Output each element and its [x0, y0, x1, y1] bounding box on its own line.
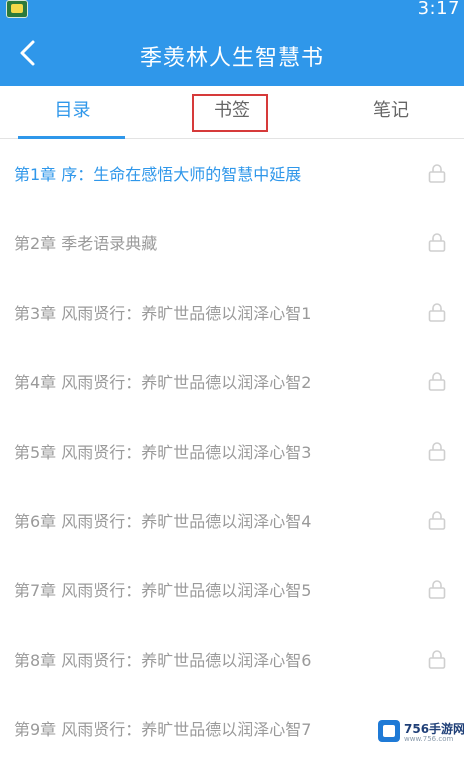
lock-icon	[428, 511, 446, 530]
page-title: 季羡林人生智慧书	[139, 46, 324, 71]
tab-notes[interactable]: 笔记	[318, 86, 464, 138]
reader-toc-screen: 3:17 季羡林人生智慧书 目录 书签 笔记 第1章 序：生命在感悟大师的智慧中…	[0, 0, 464, 762]
chapter-label: 第2章 季老语录典藏	[14, 234, 158, 254]
chapter-item-3[interactable]: 第3章 风雨贤行：养旷世品德以润泽心智1	[0, 278, 464, 347]
status-bar: 3:17	[0, 0, 464, 20]
chapter-item-8[interactable]: 第8章 风雨贤行：养旷世品德以润泽心智6	[0, 625, 464, 694]
lock-icon	[428, 233, 446, 253]
watermark-site: www.756.com	[404, 735, 454, 743]
lock-icon	[428, 302, 446, 322]
chapter-label: 第7章 风雨贤行：养旷世品德以润泽心智5	[14, 581, 312, 601]
lock-icon	[428, 164, 446, 183]
chapter-label: 第8章 风雨贤行：养旷世品德以润泽心智6	[14, 650, 312, 670]
status-time: 3:17	[417, 0, 460, 19]
chapter-label: 第5章 风雨贤行：养旷世品德以润泽心智3	[14, 442, 312, 462]
chapter-label: 第1章 序：生命在感悟大师的智慧中延展	[14, 165, 302, 184]
lock-icon	[428, 649, 446, 669]
chapter-list: 第1章 序：生命在感悟大师的智慧中延展 第2章 季老语录典藏 第3章 风雨贤行：…	[0, 139, 464, 762]
watermark-logo-icon	[378, 720, 400, 742]
site-watermark: 756手游网 www.756.com	[374, 714, 464, 748]
chapter-label: 第4章 风雨贤行：养旷世品德以润泽心智2	[14, 373, 312, 393]
chapter-label: 第6章 风雨贤行：养旷世品德以润泽心智4	[14, 511, 312, 531]
app-icon	[6, 0, 28, 18]
chapter-item-2[interactable]: 第2章 季老语录典藏	[0, 208, 464, 277]
chapter-item-5[interactable]: 第5章 风雨贤行：养旷世品德以润泽心智3	[0, 417, 464, 486]
chapter-item-6[interactable]: 第6章 风雨贤行：养旷世品德以润泽心智4	[0, 486, 464, 555]
chapter-item-4[interactable]: 第4章 风雨贤行：养旷世品德以润泽心智2	[0, 347, 464, 416]
tab-contents[interactable]: 目录	[0, 86, 145, 138]
tab-bookmarks[interactable]: 书签	[165, 86, 299, 138]
top-app-bar: 季羡林人生智慧书	[0, 20, 464, 86]
tab-bar: 目录 书签 笔记	[0, 86, 464, 139]
lock-icon	[428, 580, 446, 600]
chapter-label: 第9章 风雨贤行：养旷世品德以润泽心智7	[14, 720, 312, 740]
chapter-item-1[interactable]: 第1章 序：生命在感悟大师的智慧中延展	[0, 139, 464, 208]
lock-icon	[428, 372, 446, 391]
chapter-label: 第3章 风雨贤行：养旷世品德以润泽心智1	[14, 303, 312, 323]
chapter-item-7[interactable]: 第7章 风雨贤行：养旷世品德以润泽心智5	[0, 555, 464, 624]
lock-icon	[428, 441, 446, 461]
